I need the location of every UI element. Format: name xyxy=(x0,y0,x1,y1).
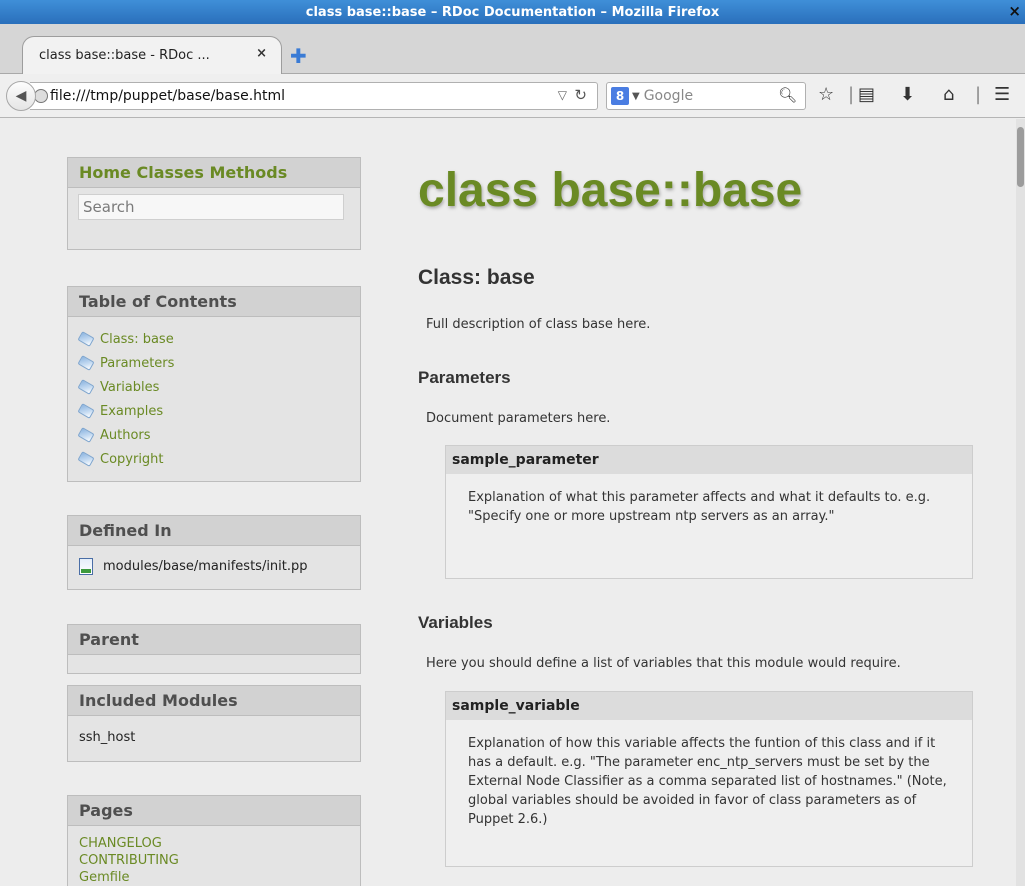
page-link-contributing[interactable]: CONTRIBUTING xyxy=(79,852,349,869)
included-module: ssh_host xyxy=(79,730,136,745)
home-icon[interactable]: ⌂ xyxy=(943,84,954,105)
window-titlebar: class base::base – RDoc Documentation – … xyxy=(0,0,1025,24)
toc-item-copyright[interactable]: Copyright xyxy=(77,447,349,471)
bookmark-icon xyxy=(77,355,95,371)
toc-item-examples[interactable]: Examples xyxy=(77,399,349,423)
download-icon[interactable]: ⬇ xyxy=(900,84,915,105)
bookmark-icon xyxy=(77,427,95,443)
separator: | xyxy=(975,84,982,105)
page-title: class base::base xyxy=(418,164,803,217)
parent-panel: Parent xyxy=(67,624,361,674)
bookmark-star-icon[interactable]: ☆ xyxy=(818,84,834,105)
search-bar[interactable]: 8 ▼ Google 🔍︎ xyxy=(606,82,806,110)
search-placeholder: Google xyxy=(643,88,694,104)
search-icon[interactable]: 🔍︎ xyxy=(778,86,797,104)
tab-label: class base::base - RDoc ... xyxy=(39,48,210,63)
nav-panel: Home Classes Methods Search xyxy=(67,157,361,250)
class-heading: Class: base xyxy=(418,266,535,289)
window-close-icon[interactable]: × xyxy=(1008,2,1021,20)
bookmark-icon xyxy=(77,403,95,419)
defined-in-title: Defined In xyxy=(68,516,360,546)
toc-item-parameters[interactable]: Parameters xyxy=(77,351,349,375)
new-tab-icon[interactable]: ✚ xyxy=(290,46,312,68)
url-text: file:///tmp/puppet/base/base.html xyxy=(50,88,286,104)
defined-in-file: modules/base/manifests/init.pp xyxy=(103,559,308,574)
toc-title: Table of Contents xyxy=(68,287,360,317)
window-title: class base::base – RDoc Documentation – … xyxy=(305,4,720,20)
pages-panel: Pages CHANGELOG CONTRIBUTING Gemfile xyxy=(67,795,361,886)
page-viewport: Home Classes Methods Search Table of Con… xyxy=(0,119,1025,886)
vertical-scrollbar[interactable] xyxy=(1016,119,1025,886)
defined-in-panel: Defined In modules/base/manifests/init.p… xyxy=(67,515,361,590)
variables-intro: Here you should define a list of variabl… xyxy=(426,656,901,671)
variable-name: sample_variable xyxy=(446,692,972,720)
scrollbar-thumb[interactable] xyxy=(1017,127,1024,187)
page-link-gemfile[interactable]: Gemfile xyxy=(79,869,349,886)
tab-close-icon[interactable]: × xyxy=(256,46,267,61)
page-link-changelog[interactable]: CHANGELOG xyxy=(79,835,349,852)
pages-list: CHANGELOG CONTRIBUTING Gemfile xyxy=(68,826,360,886)
bookmark-icon xyxy=(77,379,95,395)
toc-item-authors[interactable]: Authors xyxy=(77,423,349,447)
pages-title: Pages xyxy=(68,796,360,826)
search-engine-icon[interactable]: 8 xyxy=(611,87,629,105)
reading-list-icon[interactable]: ▤ xyxy=(858,84,875,105)
bookmark-icon xyxy=(77,331,95,347)
included-modules-title: Included Modules xyxy=(68,686,360,716)
parameters-heading: Parameters xyxy=(418,368,511,387)
search-input[interactable]: Search xyxy=(78,194,344,220)
menu-icon[interactable]: ☰ xyxy=(994,84,1010,105)
bookmark-icon xyxy=(77,451,95,467)
search-engine-dropdown-icon[interactable]: ▼ xyxy=(632,91,640,102)
separator: | xyxy=(848,84,855,105)
toc-list: Class: base Parameters Variables Example… xyxy=(68,317,360,481)
reload-icon[interactable]: ↻ xyxy=(574,86,587,104)
globe-icon xyxy=(34,89,48,103)
url-bar[interactable]: file:///tmp/puppet/base/base.html ▽ ↻ xyxy=(30,82,598,110)
navigation-bar: file:///tmp/puppet/base/base.html ▽ ↻ ◀ … xyxy=(0,74,1025,118)
parameters-intro: Document parameters here. xyxy=(426,411,611,426)
url-history-dropdown-icon[interactable]: ▽ xyxy=(558,88,567,102)
parameter-description: Explanation of what this parameter affec… xyxy=(468,490,931,524)
toc-panel: Table of Contents Class: base Parameters… xyxy=(67,286,361,482)
parameter-name: sample_parameter xyxy=(446,446,972,474)
variable-description: Explanation of how this variable affects… xyxy=(468,736,947,827)
parameter-box: sample_parameter Explanation of what thi… xyxy=(445,445,973,579)
parent-title: Parent xyxy=(68,625,360,655)
toc-item-variables[interactable]: Variables xyxy=(77,375,349,399)
variable-box: sample_variable Explanation of how this … xyxy=(445,691,973,867)
toc-item-class-base[interactable]: Class: base xyxy=(77,327,349,351)
defined-in-entry: modules/base/manifests/init.pp xyxy=(68,546,360,585)
tab-strip: class base::base - RDoc ... × ✚ xyxy=(0,24,1025,74)
class-description: Full description of class base here. xyxy=(426,317,651,332)
back-icon[interactable]: ◀ xyxy=(6,81,36,111)
browser-tab[interactable]: class base::base - RDoc ... × xyxy=(22,36,282,74)
file-icon xyxy=(79,558,93,575)
variables-heading: Variables xyxy=(418,613,493,632)
nav-links[interactable]: Home Classes Methods xyxy=(68,158,360,188)
included-modules-panel: Included Modules ssh_host xyxy=(67,685,361,762)
